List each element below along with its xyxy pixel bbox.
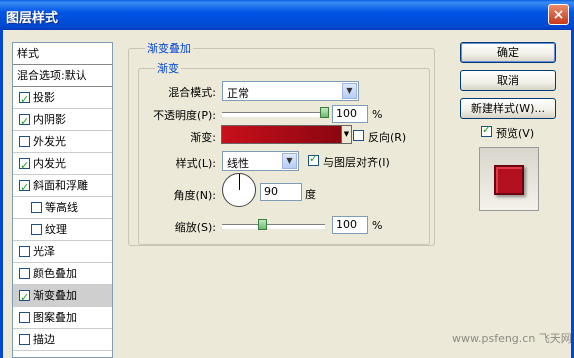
style-item-label: 描边: [33, 333, 55, 346]
title-bar: 图层样式 ×: [0, 0, 574, 30]
align-with-layer-checkbox[interactable]: [308, 152, 319, 166]
styles-list-item[interactable]: 颜色叠加: [13, 263, 112, 285]
style-item-label: 渐变叠加: [33, 289, 77, 302]
styles-list-item[interactable]: 光泽: [13, 241, 112, 263]
style-item-label: 斜面和浮雕: [33, 179, 88, 192]
style-select[interactable]: 线性 ▼: [222, 151, 299, 171]
style-item-label: 外发光: [33, 135, 66, 148]
watermark: www.psfeng.cn 飞天网: [452, 332, 572, 345]
angle-dial[interactable]: [222, 173, 256, 207]
opacity-slider-track[interactable]: [222, 112, 325, 117]
cancel-button[interactable]: 取消: [460, 70, 556, 91]
opacity-label: 不透明度(P):: [153, 109, 216, 122]
style-item-label: 纹理: [45, 223, 67, 236]
angle-needle: [239, 174, 240, 190]
style-checkbox[interactable]: [31, 202, 42, 213]
style-value: 线性: [227, 157, 249, 170]
style-item-label: 内阴影: [33, 113, 66, 126]
style-checkbox[interactable]: [19, 177, 30, 198]
style-item-label: 光泽: [33, 245, 55, 258]
style-item-label: 图案叠加: [33, 311, 77, 324]
style-checkbox[interactable]: [31, 224, 42, 235]
style-checkbox[interactable]: [19, 268, 30, 279]
blend-options-item[interactable]: 混合选项:默认: [13, 65, 112, 87]
opacity-slider-thumb[interactable]: [320, 107, 329, 118]
style-checkbox[interactable]: [19, 155, 30, 176]
scale-slider-track[interactable]: [222, 224, 325, 229]
window-title: 图层样式: [6, 11, 59, 26]
styles-list: 样式 混合选项:默认 投影内阴影外发光内发光斜面和浮雕等高线纹理光泽颜色叠加渐变…: [12, 42, 113, 358]
close-button[interactable]: ×: [548, 4, 569, 25]
preview-checkbox[interactable]: [481, 123, 492, 137]
ok-button[interactable]: 确定: [460, 42, 556, 63]
gradient-dropdown[interactable]: ▼: [341, 125, 352, 144]
reverse-label: 反向(R): [368, 131, 407, 144]
style-checkbox[interactable]: [19, 89, 30, 110]
gradient-swatch[interactable]: [221, 125, 342, 144]
gradient-label: 渐变:: [190, 131, 216, 144]
styles-header[interactable]: 样式: [13, 43, 112, 65]
styles-list-item[interactable]: 投影: [13, 87, 112, 110]
angle-unit: 度: [305, 188, 316, 201]
style-checkbox[interactable]: [19, 111, 30, 132]
scale-slider-thumb[interactable]: [258, 219, 268, 230]
subgroup-title: 渐变: [155, 60, 181, 76]
chevron-down-icon: ▼: [343, 130, 350, 138]
group-title: 渐变叠加: [145, 40, 193, 56]
styles-list-item[interactable]: 内阴影: [13, 109, 112, 132]
blend-mode-select[interactable]: 正常 ▼: [222, 81, 359, 101]
style-checkbox[interactable]: [19, 287, 30, 308]
styles-list-item[interactable]: 内发光: [13, 153, 112, 176]
preview-swatch: [494, 165, 524, 195]
styles-list-item[interactable]: 外发光: [13, 131, 112, 153]
styles-header-label: 样式: [17, 47, 39, 60]
scale-unit: %: [372, 219, 383, 232]
style-item-label: 颜色叠加: [33, 267, 77, 280]
reverse-checkbox[interactable]: [353, 130, 364, 141]
styles-list-item[interactable]: 图案叠加: [13, 307, 112, 329]
preview-label: 预览(V): [496, 127, 535, 140]
blend-mode-value: 正常: [227, 87, 249, 100]
align-with-layer-label: 与图层对齐(I): [323, 156, 390, 169]
styles-list-item[interactable]: 纹理: [13, 219, 112, 241]
styles-list-item[interactable]: 渐变叠加: [13, 285, 112, 308]
style-preview: [479, 147, 539, 211]
angle-label: 角度(N):: [173, 189, 216, 202]
style-label: 样式(L):: [175, 157, 216, 170]
new-style-button[interactable]: 新建样式(W)...: [460, 98, 556, 119]
blend-mode-label: 混合模式:: [168, 86, 216, 99]
style-item-label: 内发光: [33, 157, 66, 170]
style-item-label: 等高线: [45, 201, 78, 214]
style-checkbox[interactable]: [19, 246, 30, 257]
blend-options-label: 混合选项:默认: [17, 69, 87, 82]
style-checkbox[interactable]: [19, 136, 30, 147]
opacity-input[interactable]: 100: [332, 105, 368, 123]
chevron-down-icon: ▼: [342, 83, 357, 99]
style-checkbox[interactable]: [19, 334, 30, 345]
scale-input[interactable]: 100: [332, 216, 368, 234]
opacity-unit: %: [372, 108, 383, 121]
styles-list-item[interactable]: 等高线: [13, 197, 112, 219]
style-checkbox[interactable]: [19, 312, 30, 323]
angle-input[interactable]: 90: [260, 183, 302, 201]
styles-list-item[interactable]: 斜面和浮雕: [13, 175, 112, 198]
chevron-down-icon: ▼: [282, 153, 297, 169]
scale-label: 缩放(S):: [174, 221, 216, 234]
styles-list-item[interactable]: 描边: [13, 329, 112, 351]
style-item-label: 投影: [33, 91, 55, 104]
